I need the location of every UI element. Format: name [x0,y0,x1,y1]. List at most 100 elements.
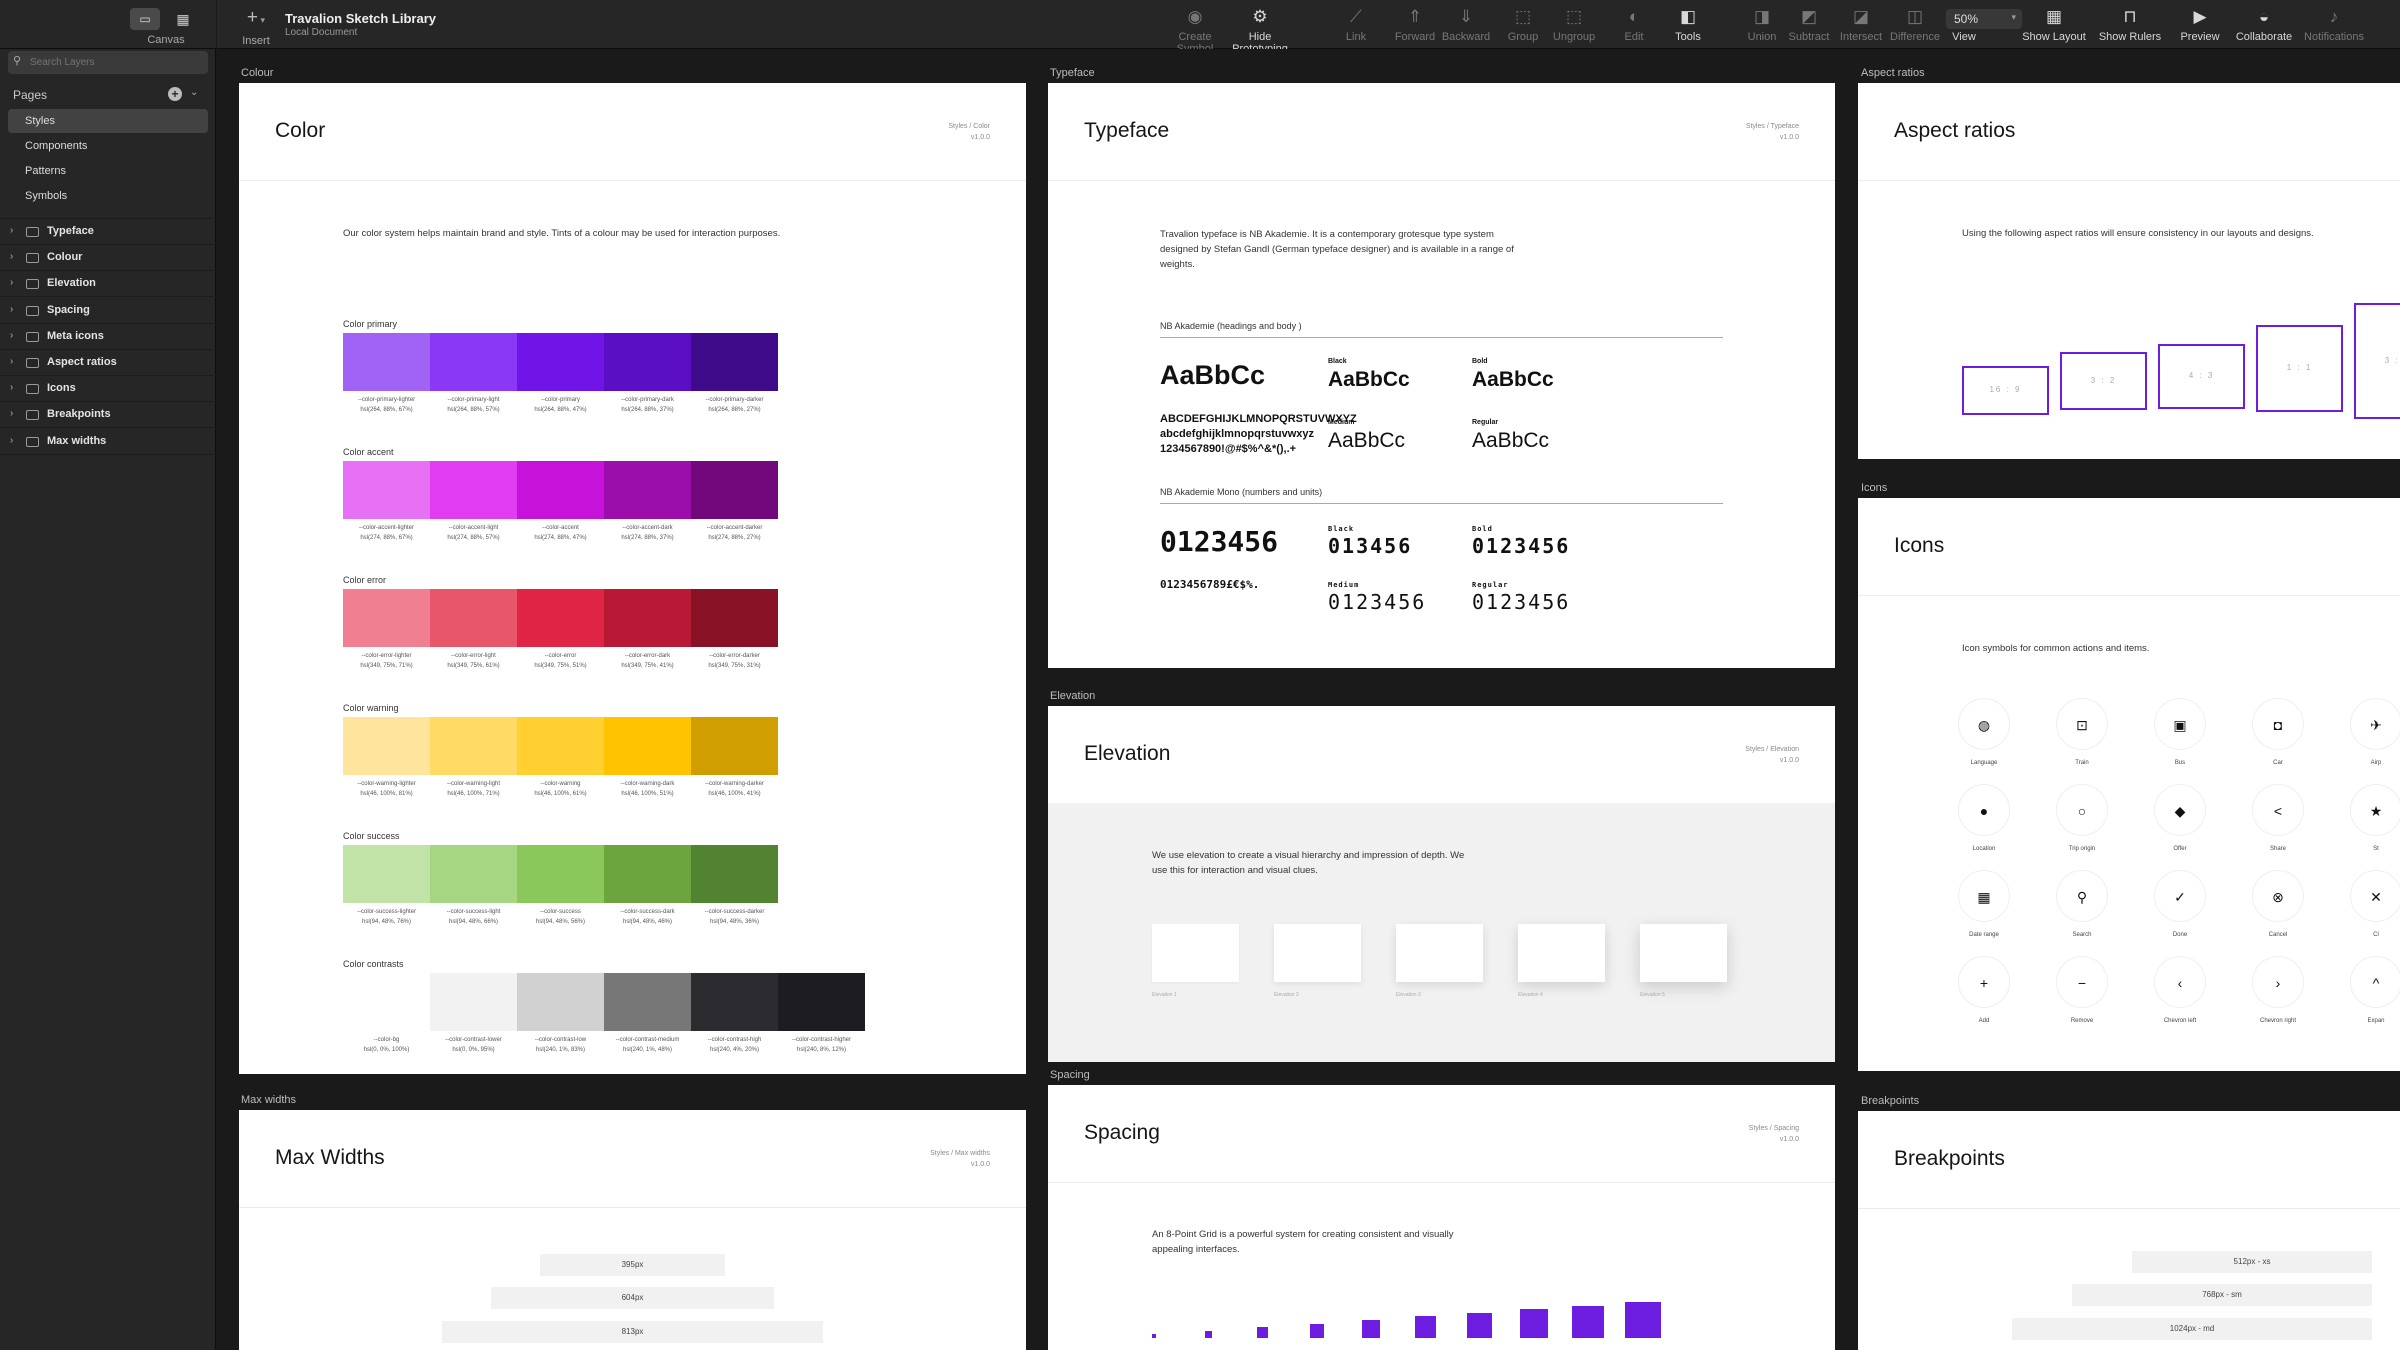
icon-cell-expan[interactable]: ^ Expan [2346,956,2400,1024]
color-swatch[interactable] [517,973,604,1031]
color-swatch[interactable] [691,845,778,903]
page-item-symbols[interactable]: Symbols [8,184,208,208]
icon-cell-bus[interactable]: ▣ Bus [2150,698,2210,766]
color-swatch[interactable] [778,973,865,1031]
layer-row-aspect-ratios[interactable]: › Aspect ratios [0,350,216,376]
icon-cell-chevron-left[interactable]: ‹ Chevron left [2150,956,2210,1024]
icon-cell-search[interactable]: ⚲ Search [2052,870,2112,938]
artboard-aspect-ratios[interactable]: Aspect ratios Using the following aspect… [1858,83,2400,459]
color-swatch[interactable] [430,461,517,519]
artboard-label-colour[interactable]: Colour [241,67,273,79]
layer-row-elevation[interactable]: › Elevation [0,271,216,298]
chevron-right-icon[interactable]: › [10,330,13,341]
layer-search-field[interactable]: ⚲ [8,51,208,74]
chevron-right-icon[interactable]: › [10,356,13,367]
chevron-right-icon[interactable]: › [10,225,13,236]
canvas[interactable]: Colour Color Styles / Color v1.0.0 Our co… [216,49,2400,1350]
color-swatch[interactable] [517,589,604,647]
icon-cell-chevron-right[interactable]: › Chevron right [2248,956,2308,1024]
artboard-colour[interactable]: Color Styles / Color v1.0.0 Our color sys… [239,83,1026,1074]
color-swatch[interactable] [343,973,430,1031]
components-view-icon[interactable]: ▦ [168,8,198,30]
color-swatch[interactable] [343,589,430,647]
insert-button[interactable]: + ▾ Insert [236,6,276,47]
color-swatch[interactable] [517,461,604,519]
icon-cell-offer[interactable]: ◆ Offer [2150,784,2210,852]
layer-row-meta-icons[interactable]: › Meta icons [0,324,216,350]
artboard-label-breakpoints[interactable]: Breakpoints [1861,1095,1919,1107]
color-swatch[interactable] [517,333,604,391]
toolbar-button-tools[interactable]: ◧ Tools [1652,6,1724,43]
toolbar-button-show-layout[interactable]: ▦ Show Layout [2018,6,2090,43]
icon-cell-date-range[interactable]: ▦ Date range [1954,870,2014,938]
color-swatch[interactable] [343,461,430,519]
icon-cell-location[interactable]: ● Location [1954,784,2014,852]
color-swatch[interactable] [430,973,517,1031]
color-swatch[interactable] [430,333,517,391]
layer-row-breakpoints[interactable]: › Breakpoints [0,402,216,429]
icon-cell-share[interactable]: < Share [2248,784,2308,852]
artboard-max-widths[interactable]: Max Widths Styles / Max widths v1.0.0 395… [239,1110,1026,1350]
color-swatch[interactable] [604,717,691,775]
color-swatch[interactable] [604,973,691,1031]
chevron-right-icon[interactable]: › [10,304,13,315]
color-swatch[interactable] [517,845,604,903]
toolbar-button-show-rulers[interactable]: ⊓ Show Rulers [2094,6,2166,43]
canvas-toggle[interactable]: ▭ ▦ Canvas [126,8,206,46]
icon-cell-train[interactable]: ⊡ Train [2052,698,2112,766]
artboard-icons[interactable]: Icons Icon symbols for common actions an… [1858,498,2400,1071]
color-swatch[interactable] [691,589,778,647]
layer-row-max-widths[interactable]: › Max widths [0,429,216,455]
icon-cell-st[interactable]: ★ St [2346,784,2400,852]
layer-row-spacing[interactable]: › Spacing [0,298,216,324]
icon-cell-remove[interactable]: − Remove [2052,956,2112,1024]
icon-cell-trip-origin[interactable]: ○ Trip origin [2052,784,2112,852]
toolbar-button-create-symbol[interactable]: ◉Create Symbol [1159,6,1231,55]
color-swatch[interactable] [430,845,517,903]
page-item-styles[interactable]: Styles [8,109,208,133]
icon-cell-cancel[interactable]: ⊗ Cancel [2248,870,2308,938]
color-swatch[interactable] [430,589,517,647]
artboard-label-spacing[interactable]: Spacing [1050,1069,1090,1081]
layer-row-icons[interactable]: › Icons [0,376,216,403]
artboard-label-icons[interactable]: Icons [1861,482,1887,494]
icon-cell-language[interactable]: ◍ Language [1954,698,2014,766]
color-swatch[interactable] [691,333,778,391]
artboard-breakpoints[interactable]: Breakpoints 512px - xs 768px - sm 1024px… [1858,1111,2400,1350]
icon-cell-cl[interactable]: ✕ Cl [2346,870,2400,938]
icon-cell-car[interactable]: ◘ Car [2248,698,2308,766]
chevron-right-icon[interactable]: › [10,251,13,262]
add-page-icon[interactable]: + [168,87,182,101]
artboard-typeface[interactable]: Typeface Styles / Typeface v1.0.0 Travali… [1048,83,1835,668]
color-swatch[interactable] [604,461,691,519]
color-swatch[interactable] [430,717,517,775]
chevron-right-icon[interactable]: › [10,408,13,419]
icon-cell-airp[interactable]: ✈ Airp [2346,698,2400,766]
canvas-view-button[interactable]: ▭ [130,8,160,30]
color-swatch[interactable] [691,973,778,1031]
color-swatch[interactable] [691,461,778,519]
toolbar-button-preview[interactable]: ▶ Preview [2164,6,2236,43]
color-swatch[interactable] [691,717,778,775]
color-swatch[interactable] [604,845,691,903]
color-swatch[interactable] [343,845,430,903]
page-item-patterns[interactable]: Patterns [8,159,208,183]
chevron-right-icon[interactable]: › [10,435,13,446]
zoom-select[interactable]: 50% ▾ [1946,9,2022,29]
page-item-components[interactable]: Components [8,134,208,158]
layer-row-colour[interactable]: › Colour [0,245,216,272]
artboard-label-elevation[interactable]: Elevation [1050,690,1095,702]
color-swatch[interactable] [343,717,430,775]
toolbar-button-hide-prototyping[interactable]: ⚙Hide Prototyping [1224,6,1296,55]
artboard-label-max-widths[interactable]: Max widths [241,1094,296,1106]
color-swatch[interactable] [604,333,691,391]
chevron-right-icon[interactable]: › [10,382,13,393]
search-input[interactable] [30,55,200,70]
artboard-spacing[interactable]: Spacing Styles / Spacing v1.0.0 An 8-Poin… [1048,1085,1835,1350]
icon-cell-add[interactable]: + Add [1954,956,2014,1024]
toolbar-button-collaborate[interactable]: ◒ Collaborate [2228,6,2300,43]
icon-cell-done[interactable]: ✓ Done [2150,870,2210,938]
layer-row-typeface[interactable]: › Typeface [0,219,216,245]
chevron-right-icon[interactable]: › [10,277,13,288]
artboard-label-aspect-ratios[interactable]: Aspect ratios [1861,67,1925,79]
